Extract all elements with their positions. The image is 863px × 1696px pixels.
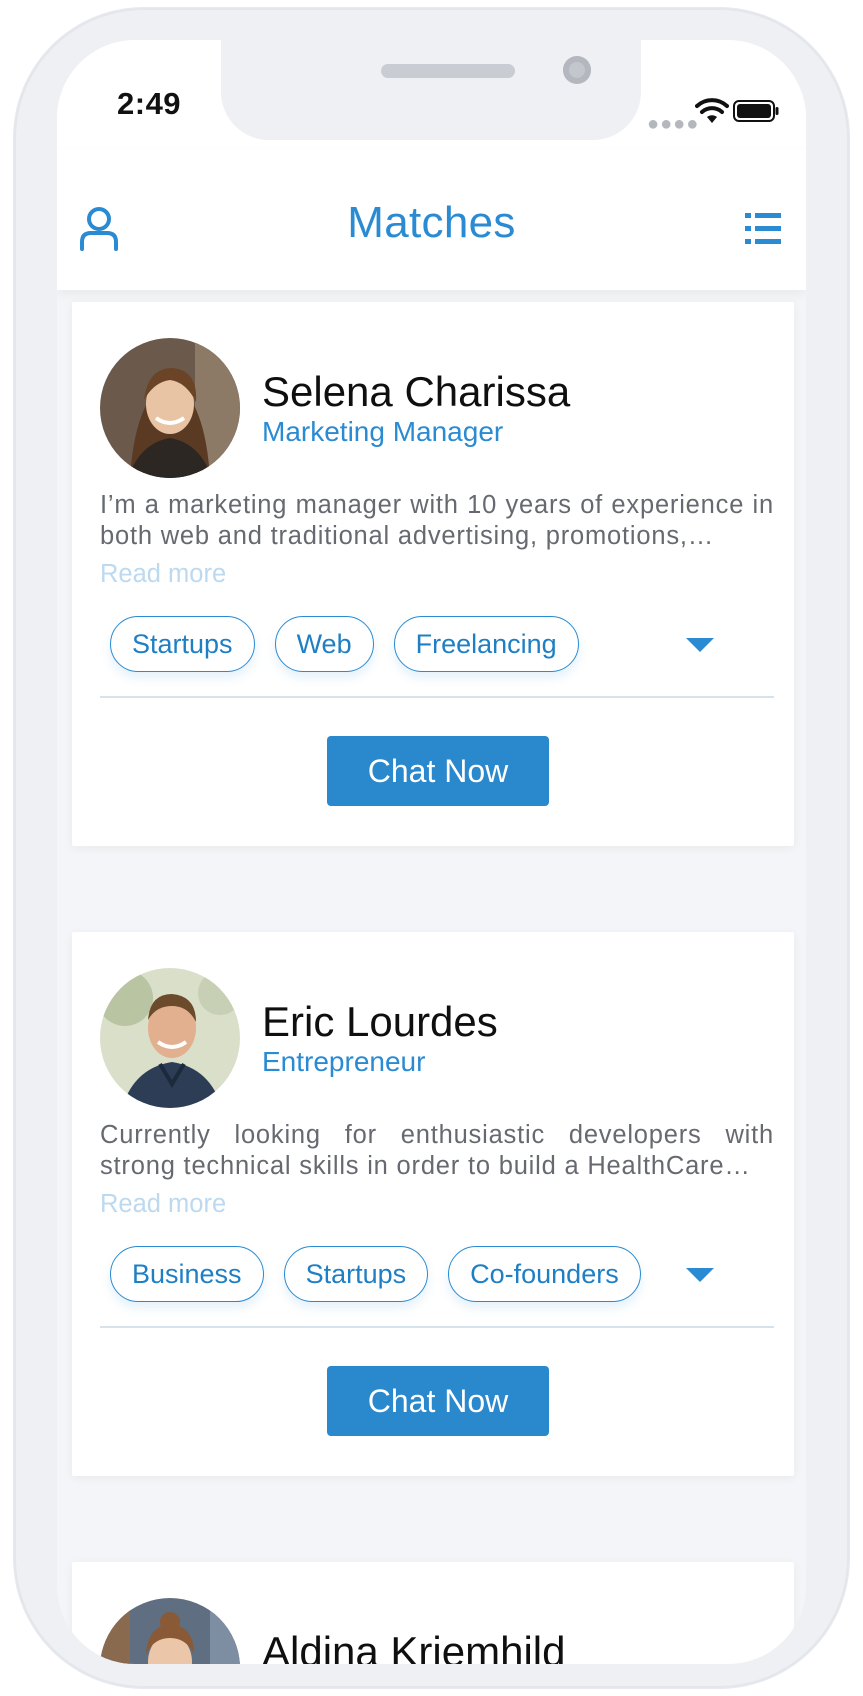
- expand-tags-icon[interactable]: [682, 634, 718, 656]
- avatar: [100, 1598, 240, 1664]
- tag-chip[interactable]: Freelancing: [393, 616, 579, 672]
- match-name: Aldina Kriemhild: [262, 1628, 566, 1664]
- avatar: [100, 968, 240, 1108]
- page-title: Matches: [347, 198, 516, 247]
- status-time: 2:49: [117, 86, 182, 121]
- status-bar: 2:49 ●●●●: [57, 40, 806, 150]
- tag-chip[interactable]: Startups: [283, 1246, 429, 1302]
- avatar-photo: [100, 968, 240, 1108]
- card-divider: [100, 696, 774, 698]
- front-camera: [563, 56, 591, 84]
- match-bio: I’m a marketing manager with 10 years of…: [100, 491, 774, 550]
- read-more-link[interactable]: Read more: [100, 1190, 226, 1219]
- battery-icon: [733, 100, 779, 122]
- signal-dots-icon: ●●●●: [647, 113, 700, 135]
- match-name: Selena Charissa: [262, 368, 571, 415]
- tag-chip[interactable]: Business: [110, 1246, 264, 1302]
- match-bio: Currently looking for enthusiastic devel…: [100, 1121, 774, 1180]
- speaker-grille: [381, 64, 515, 78]
- match-card: Eric Lourdes Entrepreneur Currently look…: [72, 932, 794, 1476]
- match-role: Entrepreneur: [262, 1046, 426, 1077]
- tag-list: Startups Web Freelancing: [110, 616, 579, 674]
- card-divider: [100, 1326, 774, 1328]
- chat-now-button[interactable]: Chat Now: [327, 1366, 549, 1436]
- app-header: Matches: [57, 150, 806, 290]
- wifi-icon: [695, 98, 729, 123]
- match-name: Eric Lourdes: [262, 998, 498, 1045]
- chat-now-button[interactable]: Chat Now: [327, 736, 549, 806]
- match-card: Aldina Kriemhild Designer: [72, 1562, 794, 1664]
- avatar-photo: [100, 1598, 240, 1664]
- device-notch: [221, 40, 641, 140]
- avatar: [100, 338, 240, 478]
- app-screen: 2:49 ●●●● Matches Selena Charissa Market…: [57, 40, 806, 1664]
- match-card: Selena Charissa Marketing Manager I’m a …: [72, 302, 794, 846]
- tag-chip[interactable]: Co-founders: [448, 1246, 641, 1302]
- list-menu-icon[interactable]: [745, 210, 783, 248]
- tag-list: Business Startups Co-founders: [110, 1246, 641, 1304]
- tag-chip[interactable]: Web: [274, 616, 374, 672]
- expand-tags-icon[interactable]: [682, 1264, 718, 1286]
- match-role: Marketing Manager: [262, 416, 504, 447]
- avatar-photo: [100, 338, 240, 478]
- read-more-link[interactable]: Read more: [100, 560, 226, 589]
- tag-chip[interactable]: Startups: [110, 616, 255, 672]
